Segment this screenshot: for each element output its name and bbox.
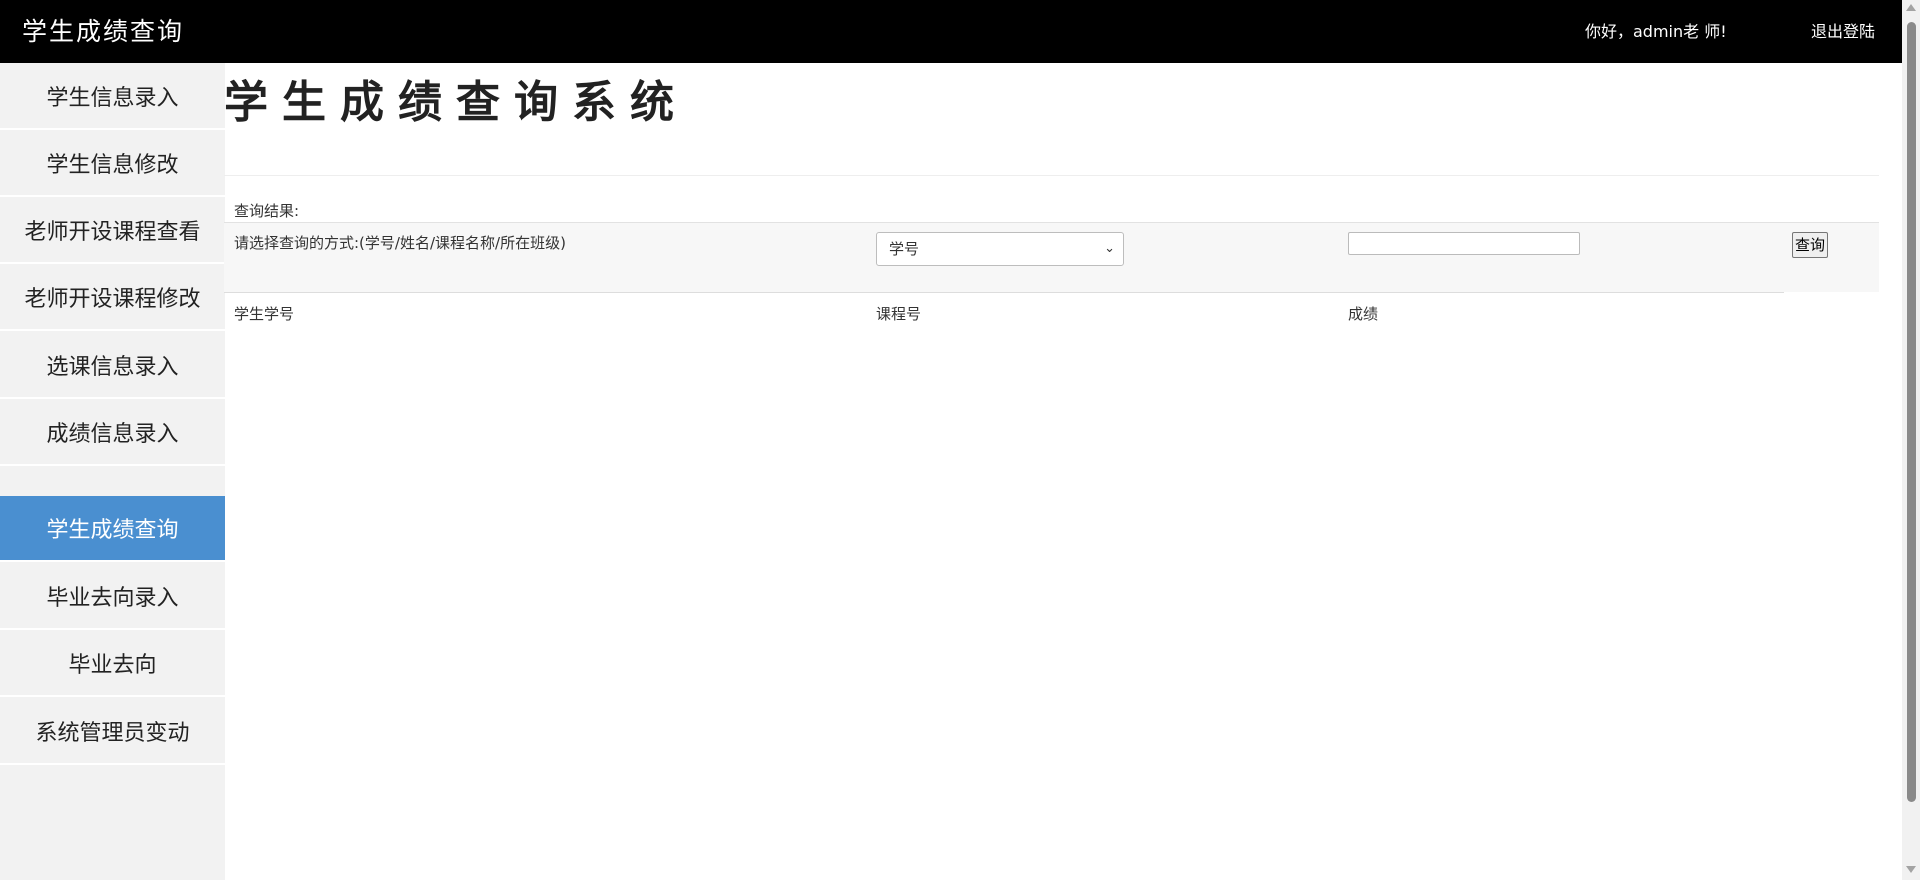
app-title: 学生成绩查询 xyxy=(22,17,185,46)
query-prompt: 请选择查询的方式:(学号/姓名/课程名称/所在班级) xyxy=(234,234,566,252)
query-type-select[interactable]: 学号 ⌄ xyxy=(876,232,1124,266)
column-header-course-id: 课程号 xyxy=(876,305,922,323)
query-type-selected-value: 学号 xyxy=(889,240,920,258)
sidebar-item-graduation[interactable]: 毕业去向 xyxy=(0,631,225,697)
sidebar-item-teacher-courses-view[interactable]: 老师开设课程查看 xyxy=(0,198,225,264)
sidebar-item-label: 毕业去向录入 xyxy=(46,586,179,611)
sidebar-item-label: 成绩信息录入 xyxy=(46,422,179,447)
sidebar-item-teacher-courses-edit[interactable]: 老师开设课程修改 xyxy=(0,265,225,331)
query-input[interactable] xyxy=(1348,232,1580,255)
sidebar-item-label: 毕业去向 xyxy=(68,653,157,678)
sidebar-item-admin-change[interactable]: 系统管理员变动 xyxy=(0,699,225,765)
scroll-down-arrow-icon[interactable] xyxy=(1906,866,1916,873)
sidebar-item-label: 学生成绩查询 xyxy=(46,518,179,543)
chevron-down-icon: ⌄ xyxy=(1104,241,1115,256)
sidebar: 学生信息录入 学生信息修改 老师开设课程查看 老师开设课程修改 选课信息录入 成… xyxy=(0,63,225,880)
query-row-divider xyxy=(224,292,1784,293)
vertical-scrollbar[interactable] xyxy=(1902,0,1920,880)
sidebar-item-grade-entry[interactable]: 成绩信息录入 xyxy=(0,400,225,466)
sidebar-item-label: 系统管理员变动 xyxy=(35,721,190,746)
scroll-up-arrow-icon[interactable] xyxy=(1906,4,1916,11)
scroll-thumb[interactable] xyxy=(1907,22,1916,802)
sidebar-item-label: 学生信息修改 xyxy=(46,153,179,178)
user-greeting: 你好，admin老 师! xyxy=(1585,22,1727,41)
sidebar-item-label: 老师开设课程修改 xyxy=(24,287,201,312)
result-label: 查询结果: xyxy=(234,202,300,220)
page-title: 学生成绩查询系统 xyxy=(224,77,688,128)
top-bar: 学生成绩查询 你好，admin老 师! 退出登陆 xyxy=(0,0,1902,63)
sidebar-item-student-info-entry[interactable]: 学生信息录入 xyxy=(0,64,225,130)
query-button[interactable]: 查询 xyxy=(1792,232,1828,258)
column-header-grade: 成绩 xyxy=(1348,305,1379,323)
sidebar-item-label: 学生信息录入 xyxy=(46,86,179,111)
sidebar-item-grade-query[interactable]: 学生成绩查询 xyxy=(0,496,225,562)
column-header-student-id: 学生学号 xyxy=(234,305,295,323)
logout-link[interactable]: 退出登陆 xyxy=(1811,0,1875,63)
sidebar-item-label: 老师开设课程查看 xyxy=(24,220,201,245)
sidebar-item-student-info-edit[interactable]: 学生信息修改 xyxy=(0,131,225,197)
sidebar-item-course-selection-entry[interactable]: 选课信息录入 xyxy=(0,333,225,399)
sidebar-item-label: 选课信息录入 xyxy=(46,355,179,380)
header-divider xyxy=(224,175,1879,176)
sidebar-item-graduation-entry[interactable]: 毕业去向录入 xyxy=(0,564,225,630)
